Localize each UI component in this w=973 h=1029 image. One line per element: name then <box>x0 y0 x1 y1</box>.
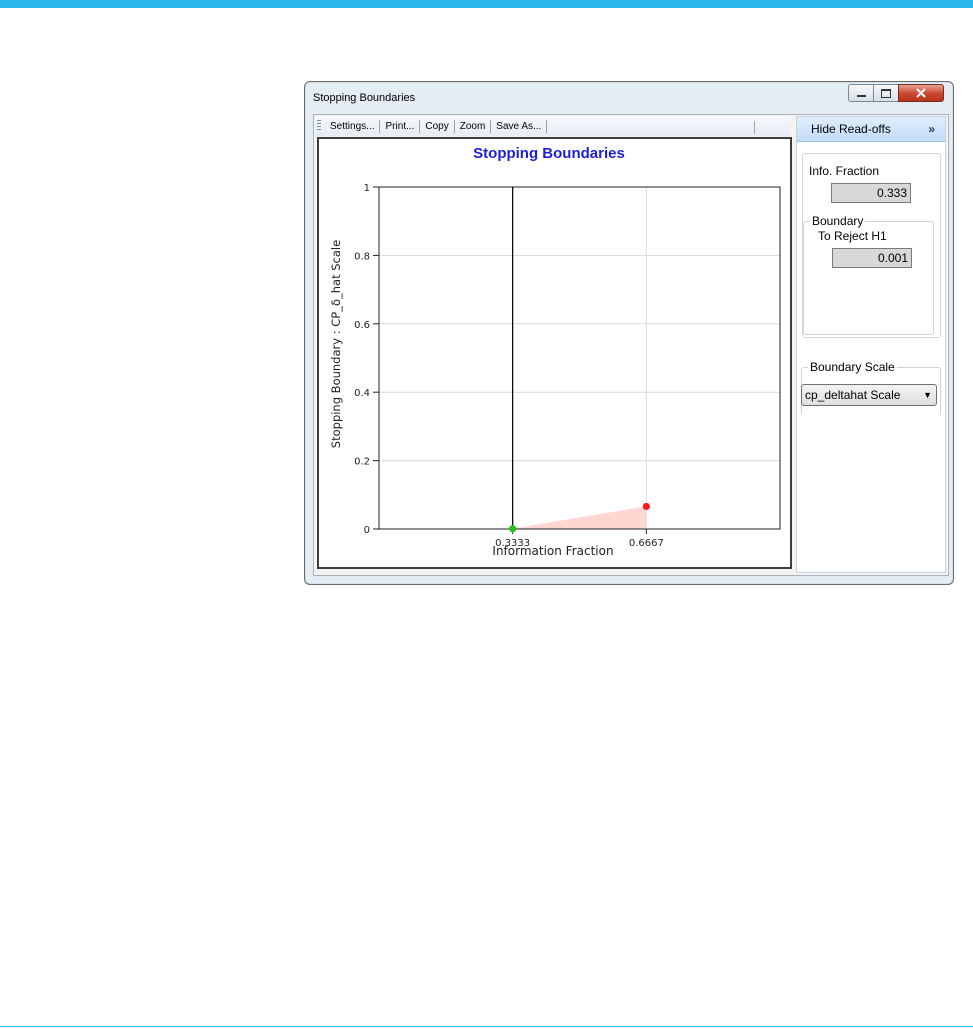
window-content: Settings... Print... Copy Zoom Save As..… <box>313 114 949 576</box>
settings-button[interactable]: Settings... <box>325 121 379 132</box>
copy-button[interactable]: Copy <box>420 121 453 132</box>
bottom-rule <box>0 1026 973 1027</box>
y-tick-label: 0.6 <box>354 320 370 331</box>
y-tick-label: 1 <box>364 183 370 194</box>
stopping-boundaries-chart[interactable]: Stopping Boundaries Stopping Boundary : … <box>319 139 790 567</box>
window-title: Stopping Boundaries <box>313 92 416 104</box>
chart-area[interactable]: Stopping Boundaries Stopping Boundary : … <box>317 137 792 569</box>
boundary-point <box>642 502 650 511</box>
stopping-boundaries-window: Stopping Boundaries Settings... Print...… <box>304 81 954 585</box>
maximize-icon <box>881 88 891 98</box>
x-tick-label: 0.6667 <box>629 538 664 549</box>
y-tick-label: 0.4 <box>354 388 370 399</box>
chart-toolbar: Settings... Print... Copy Zoom Save As..… <box>315 116 790 136</box>
title-bar[interactable]: Stopping Boundaries <box>305 82 953 112</box>
y-tick-label: 0 <box>364 525 370 536</box>
readoffs-panel: Hide Read-offs » Info. Fraction 0.333 Bo… <box>796 116 946 573</box>
y-tick-label: 0.2 <box>354 457 370 468</box>
toolbar-separator <box>546 119 548 133</box>
boundary-group: Boundary To Reject H1 0.001 <box>803 214 934 335</box>
boundary-scale-label: Boundary Scale <box>808 360 897 374</box>
minimize-button[interactable] <box>848 84 874 102</box>
to-reject-h1-field: 0.001 <box>832 248 912 268</box>
y-tick-label: 0.8 <box>354 251 370 262</box>
readoff-values-box: Info. Fraction 0.333 Boundary To Reject … <box>802 153 941 338</box>
close-icon <box>916 88 926 98</box>
close-button[interactable] <box>898 84 944 102</box>
boundary-group-label: Boundary <box>810 214 866 228</box>
boundary-point <box>509 525 517 533</box>
to-reject-h1-label: To Reject H1 <box>818 229 887 243</box>
hide-readoffs-label: Hide Read-offs <box>811 122 891 136</box>
maximize-button[interactable] <box>873 84 899 102</box>
toolbar-grip-icon[interactable] <box>317 120 321 132</box>
info-fraction-label: Info. Fraction <box>809 164 880 178</box>
toolbar-separator <box>754 121 755 134</box>
minimize-icon <box>856 95 866 97</box>
plot-background <box>379 187 780 529</box>
hide-readoffs-button[interactable]: Hide Read-offs » <box>797 117 945 142</box>
double-chevron-right-icon: » <box>928 122 935 136</box>
chart-title: Stopping Boundaries <box>473 145 625 162</box>
info-fraction-field: 0.333 <box>831 183 911 203</box>
dropdown-arrow-icon: ▼ <box>923 390 932 400</box>
x-tick-label: 0.3333 <box>495 538 530 549</box>
boundary-scale-value: cp_deltahat Scale <box>805 388 901 402</box>
boundary-scale-select[interactable]: cp_deltahat Scale ▼ <box>801 384 937 406</box>
y-axis-label: Stopping Boundary : CP_δ_hat Scale <box>329 240 343 448</box>
zoom-button[interactable]: Zoom <box>455 121 491 132</box>
save-as-button[interactable]: Save As... <box>491 121 546 132</box>
print-button[interactable]: Print... <box>380 121 419 132</box>
top-accent-bar <box>0 0 973 8</box>
